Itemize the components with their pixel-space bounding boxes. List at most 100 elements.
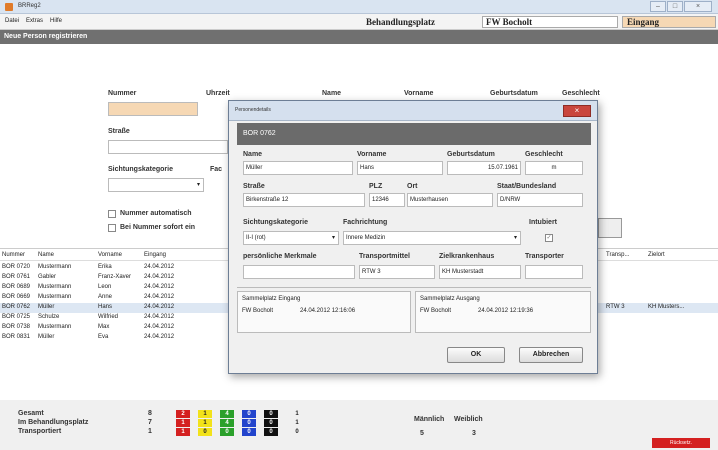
dlg-fach-label: Fachrichtung (343, 219, 388, 226)
dlg-fach-select[interactable]: Innere Medizin ▾ (343, 231, 521, 245)
uhrzeit-label: Uhrzeit (206, 90, 230, 97)
triage-count-cell: 2 (176, 410, 190, 418)
gesamt-label: Gesamt (18, 410, 44, 417)
dlg-zielkrankenhaus-input[interactable]: KH Musterstadt (439, 265, 521, 279)
triage-count-cell: 1 (176, 419, 190, 427)
name-label: Name (322, 90, 342, 97)
dlg-transporteur-input[interactable] (525, 265, 583, 279)
cell-nummer: BOR 0669 (2, 294, 31, 300)
geburtsdatum-label: Geburtsdatum (490, 90, 538, 97)
weiblich-label: Weiblich (454, 416, 483, 423)
ausgang-place: FW Bocholt (420, 308, 452, 314)
location-select[interactable]: FW Bocholt (482, 16, 618, 28)
eingang-label: Sammelplatz Eingang (242, 296, 301, 302)
eingang-time: 24.04.2012 12:16:06 (300, 308, 356, 314)
menu-hilfe[interactable]: Hilfe (50, 18, 62, 24)
window-title: BRReg2 (18, 3, 41, 9)
nummer-input[interactable] (108, 102, 198, 116)
strasse-input[interactable] (108, 140, 228, 154)
dialog-close-button[interactable]: × (563, 105, 591, 117)
dlg-vorname-input[interactable]: Hans (357, 161, 443, 175)
dialog-divider (237, 287, 591, 288)
col-eingang[interactable]: Eingang (144, 252, 166, 258)
dlg-staat-input[interactable]: D/NRW (497, 193, 583, 207)
cell-name: Mustermann (38, 294, 72, 300)
dlg-plz-input[interactable]: 12346 (369, 193, 405, 207)
cell-nummer: BOR 0725 (2, 314, 31, 320)
triage-count-cell: 1 (176, 428, 190, 436)
vorname-label: Vorname (404, 90, 434, 97)
triage-count-cell: 0 (264, 419, 278, 427)
auto-number-checkbox[interactable] (108, 210, 116, 218)
dlg-transportmittel-input[interactable]: RTW 3 (359, 265, 435, 279)
register-button[interactable] (598, 218, 622, 238)
sichtung-select[interactable]: ▾ (108, 178, 204, 192)
menu-extras[interactable]: Extras (26, 18, 43, 24)
immediate-checkbox[interactable] (108, 224, 116, 232)
behandlungsplatz-total: 7 (148, 419, 152, 426)
cell-vorname: Leon (98, 284, 112, 290)
triage-count-cell: 1 (295, 420, 299, 426)
cell-nummer: BOR 0738 (2, 324, 31, 330)
mode-select[interactable]: Eingang (622, 16, 716, 28)
col-zielort[interactable]: Zielort (648, 252, 665, 258)
dialog-person-number: BOR 0762 (237, 123, 591, 145)
location-value: FW Bocholt (486, 17, 533, 27)
col-nummer[interactable]: Nummer (2, 252, 25, 258)
minimize-button[interactable]: – (650, 1, 666, 12)
dlg-staat-label: Staat/Bundesland (497, 183, 557, 190)
fach-label: Fac (210, 166, 223, 173)
ok-button[interactable]: OK (447, 347, 505, 363)
cell-eingang: 24.04.2012 (144, 294, 175, 300)
ausgang-time: 24.04.2012 12:19:36 (478, 308, 534, 314)
cell-name: Mustermann (38, 284, 72, 290)
triage-count-cell: 0 (295, 429, 299, 435)
cell-eingang: 24.04.2012 (144, 334, 175, 340)
cell-nummer: BOR 0689 (2, 284, 31, 290)
nummer-label: Nummer (108, 90, 137, 97)
cancel-button[interactable]: Abbrechen (519, 347, 583, 363)
chevron-down-icon: ▾ (196, 182, 200, 188)
maximize-button[interactable]: □ (667, 1, 683, 12)
cell-eingang: 24.04.2012 (144, 264, 175, 270)
cell-nummer: BOR 0831 (2, 334, 31, 340)
eingang-panel: Sammelplatz Eingang FW Bocholt 24.04.201… (237, 291, 411, 333)
reset-button[interactable]: Rücksetz. (652, 438, 710, 448)
maennlich-count: 5 (420, 430, 424, 437)
triage-count-cell: 0 (242, 428, 256, 436)
dlg-geschlecht-input[interactable]: m (525, 161, 583, 175)
dlg-geburtsdatum-input[interactable]: 15.07.1961 (447, 161, 521, 175)
cell-vorname: Franz-Xaver (98, 274, 132, 280)
dlg-strasse-input[interactable]: Birkenstraße 12 (243, 193, 365, 207)
col-transport[interactable]: Transp... (606, 252, 629, 258)
col-name[interactable]: Name (38, 252, 54, 258)
dlg-name-input[interactable]: Müller (243, 161, 353, 175)
chevron-down-icon: ▾ (513, 235, 517, 241)
dlg-transportmittel-label: Transportmittel (359, 253, 410, 260)
dlg-intubiert-checkbox[interactable]: ✓ (545, 234, 553, 242)
dlg-strasse-label: Straße (243, 183, 265, 190)
dlg-plz-label: PLZ (369, 183, 383, 190)
geschlecht-label: Geschlecht (562, 90, 600, 97)
triage-count-cell: 0 (242, 419, 256, 427)
chevron-down-icon: ▾ (331, 235, 335, 241)
cell-name: Müller (38, 304, 55, 310)
close-window-button[interactable]: × (684, 1, 712, 12)
triage-count-cell: 0 (264, 410, 278, 418)
dlg-ort-input[interactable]: Musterhausen (407, 193, 493, 207)
dlg-sichtung-select[interactable]: II-I (rot) ▾ (243, 231, 339, 245)
transportiert-label: Transportiert (18, 428, 62, 435)
cell-name: Mustermann (38, 264, 72, 270)
behandlungsplatz-label: Behandlungsplatz (366, 17, 436, 27)
ausgang-panel: Sammelplatz Ausgang FW Bocholt 24.04.201… (415, 291, 591, 333)
dlg-merkmale-input[interactable] (243, 265, 355, 279)
dlg-transporteur-label: Transporter (525, 253, 564, 260)
menu-datei[interactable]: Datei (5, 18, 19, 24)
dialog-title-bar: Personendetails × (229, 101, 597, 121)
menu-bar: Datei Extras Hilfe Behandlungsplatz FW B… (0, 14, 718, 30)
app-icon (5, 3, 13, 11)
cell-nummer: BOR 0762 (2, 304, 31, 310)
triage-count-cell: 4 (220, 419, 234, 427)
col-vorname[interactable]: Vorname (98, 252, 122, 258)
dlg-geschlecht-label: Geschlecht (525, 151, 563, 158)
